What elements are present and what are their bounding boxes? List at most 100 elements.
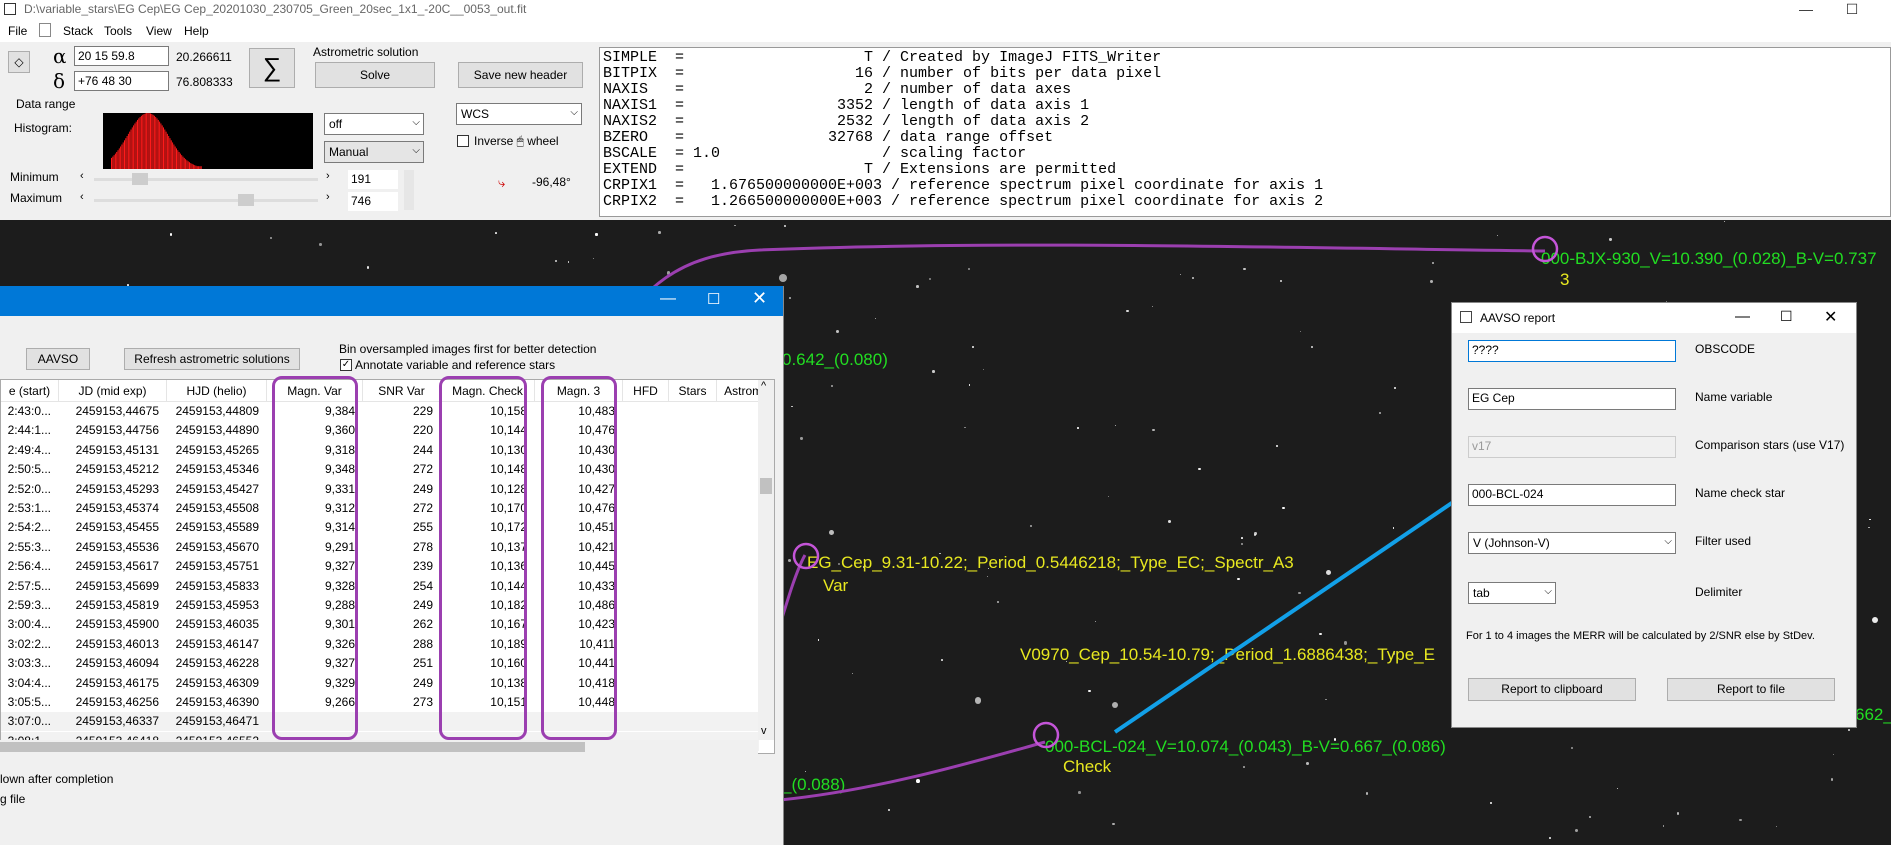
table-row[interactable]: 3:04:4... 2459153,46175 2459153,46309 9,329… xyxy=(1,674,759,693)
grid-vertical-scrollbar[interactable]: ^ v xyxy=(758,380,774,740)
star-point xyxy=(1616,788,1618,790)
star-point xyxy=(817,639,820,641)
minimum-slider[interactable]: ‹ › xyxy=(80,170,335,186)
star-point xyxy=(972,345,975,348)
delta-input[interactable]: +76 48 30 xyxy=(74,71,169,91)
table-row[interactable]: 2:44:1... 2459153,44756 2459153,44890 9,360… xyxy=(1,421,759,440)
solve-button[interactable]: Solve xyxy=(315,62,435,88)
star-label-partial-bottom: _(0.088) xyxy=(782,775,846,794)
star-point xyxy=(779,273,788,282)
annotate-label: Annotate variable and reference stars xyxy=(355,358,556,372)
star-point xyxy=(567,261,569,263)
star-point xyxy=(800,437,803,440)
annotate-checkbox[interactable]: ✓ xyxy=(340,359,352,371)
slider-thumb[interactable] xyxy=(238,194,254,206)
report-clipboard-button[interactable]: Report to clipboard xyxy=(1468,678,1636,701)
menu-help[interactable]: Help xyxy=(184,24,209,38)
star-point xyxy=(595,233,598,236)
star-point xyxy=(1275,444,1278,447)
maximize-icon[interactable]: ☐ xyxy=(1829,0,1875,20)
delimiter-select[interactable]: tab ⌵ xyxy=(1468,582,1556,604)
table-cell: 2:59:3... xyxy=(7,598,51,612)
scroll-thumb[interactable] xyxy=(760,478,772,494)
save-header-button[interactable]: Save new header xyxy=(458,62,583,88)
table-row[interactable]: 2:59:3... 2459153,45819 2459153,45953 9,288… xyxy=(1,596,759,615)
range-spinner[interactable] xyxy=(404,170,414,210)
menu-tools[interactable]: Tools xyxy=(104,24,132,38)
table-row[interactable]: 2:50:5... 2459153,45212 2459153,45346 9,348… xyxy=(1,460,759,479)
histogram-mode-select[interactable]: off ⌵ xyxy=(324,113,424,135)
star-point xyxy=(1868,526,1870,529)
column-header[interactable]: Stars xyxy=(669,380,717,402)
star-point xyxy=(804,770,807,772)
table-row[interactable]: 2:57:5... 2459153,45699 2459153,45833 9,328… xyxy=(1,577,759,596)
wcs-select[interactable]: WCS ⌵ xyxy=(456,103,582,125)
close-icon[interactable]: ✕ xyxy=(752,288,767,309)
filter-select[interactable]: V (Johnson-V) ⌵ xyxy=(1468,532,1676,554)
maximize-icon[interactable]: ☐ xyxy=(707,290,720,308)
table-cell: 3:00:4... xyxy=(7,617,51,632)
column-header[interactable]: HJD (helio) xyxy=(167,380,267,402)
fits-header-line: CRPIX2 = 1.266500000000E+003 / reference… xyxy=(603,193,1324,210)
star-point xyxy=(1429,279,1433,283)
photometry-grid[interactable]: e (start) JD (mid exp) HJD (helio) Magn. Va… xyxy=(0,379,775,754)
column-header[interactable]: HFD xyxy=(623,380,669,402)
minimize-icon[interactable]: — xyxy=(1735,308,1750,325)
fits-header-memo[interactable]: SIMPLE = T / Created by ImageJ FITS_Writ… xyxy=(599,47,1891,217)
table-row[interactable]: 2:52:0... 2459153,45293 2459153,45427 9,331… xyxy=(1,480,759,499)
maximum-value[interactable]: 746 xyxy=(348,192,398,211)
report-file-button[interactable]: Report to file xyxy=(1667,678,1835,701)
alpha-input[interactable]: 20 15 59.8 xyxy=(74,46,169,66)
histogram-bar xyxy=(137,119,138,169)
table-cell: 3:05:5... xyxy=(7,695,51,709)
column-header[interactable]: e (start) xyxy=(1,380,59,402)
star-point xyxy=(1310,345,1314,349)
sum-button[interactable]: ∑ xyxy=(249,48,295,88)
inverse-checkbox[interactable] xyxy=(457,135,469,147)
star-point xyxy=(1490,802,1492,804)
table-row[interactable]: 3:03:3... 2459153,46094 2459153,46228 9,327… xyxy=(1,654,759,673)
table-cell: 2459153,45265 xyxy=(175,442,259,457)
histogram-bar xyxy=(147,113,149,169)
table-cell: 2459153,45833 xyxy=(175,578,259,593)
close-icon[interactable]: ✕ xyxy=(1824,307,1837,327)
table-row[interactable]: 2:49:4... 2459153,45131 2459153,45265 9,318… xyxy=(1,441,759,460)
table-row[interactable]: 2:43:0... 2459153,44675 2459153,44809 9,384… xyxy=(1,402,759,421)
table-row[interactable]: 3:07:0... 2459153,46337 2459153,46471 xyxy=(1,712,759,732)
table-row[interactable]: 3:05:5... 2459153,46256 2459153,46390 9,266… xyxy=(1,693,759,712)
inverse-wheel-label: Inverse 🖱 wheel xyxy=(474,134,559,148)
table-row[interactable]: 2:53:1... 2459153,45374 2459153,45508 9,312… xyxy=(1,499,759,518)
aavso-button[interactable]: AAVSO xyxy=(26,348,90,370)
refresh-astrometric-button[interactable]: Refresh astrometric solutions xyxy=(124,348,300,370)
menu-stack[interactable]: Stack xyxy=(63,24,93,38)
star-point xyxy=(1379,411,1381,414)
minimum-value[interactable]: 191 xyxy=(348,170,398,189)
flip-button[interactable]: ◇ xyxy=(8,51,30,73)
slider-thumb[interactable] xyxy=(132,173,148,185)
obscode-input[interactable]: ???? xyxy=(1468,340,1676,362)
maximum-slider[interactable]: ‹ › xyxy=(80,191,335,207)
table-row[interactable]: 3:02:2... 2459153,46013 2459153,46147 9,326… xyxy=(1,635,759,654)
star-point xyxy=(269,236,272,239)
maximize-icon[interactable]: ☐ xyxy=(1780,308,1793,325)
grid-horizontal-scrollbar[interactable] xyxy=(0,740,758,754)
table-cell: 2459153,45427 xyxy=(175,481,259,496)
column-header[interactable]: SNR Var xyxy=(363,380,441,402)
table-row[interactable]: 2:54:2... 2459153,45455 2459153,45589 9,314… xyxy=(1,518,759,537)
variable-name-input[interactable]: EG Cep xyxy=(1468,388,1676,410)
histogram-bar xyxy=(190,163,192,169)
range-mode-select[interactable]: Manual ⌵ xyxy=(324,141,424,163)
minimize-icon[interactable]: — xyxy=(660,290,676,308)
star-point xyxy=(1549,836,1552,839)
column-header[interactable]: JD (mid exp) xyxy=(59,380,167,402)
check-star-input[interactable]: 000-BCL-024 xyxy=(1468,484,1676,506)
table-row[interactable]: 2:55:3... 2459153,45536 2459153,45670 9,291… xyxy=(1,538,759,557)
minimize-icon[interactable]: — xyxy=(1783,0,1829,20)
histogram-bar xyxy=(200,166,202,169)
menu-file[interactable]: File xyxy=(8,24,27,38)
table-row[interactable]: 2:56:4... 2459153,45617 2459153,45751 9,327… xyxy=(1,557,759,576)
table-row[interactable]: 3:00:4... 2459153,45900 2459153,46035 9,301… xyxy=(1,615,759,634)
hscroll-thumb[interactable] xyxy=(0,742,585,752)
comparison-stars-input[interactable]: v17 xyxy=(1468,436,1676,458)
menu-view[interactable]: View xyxy=(146,24,172,38)
